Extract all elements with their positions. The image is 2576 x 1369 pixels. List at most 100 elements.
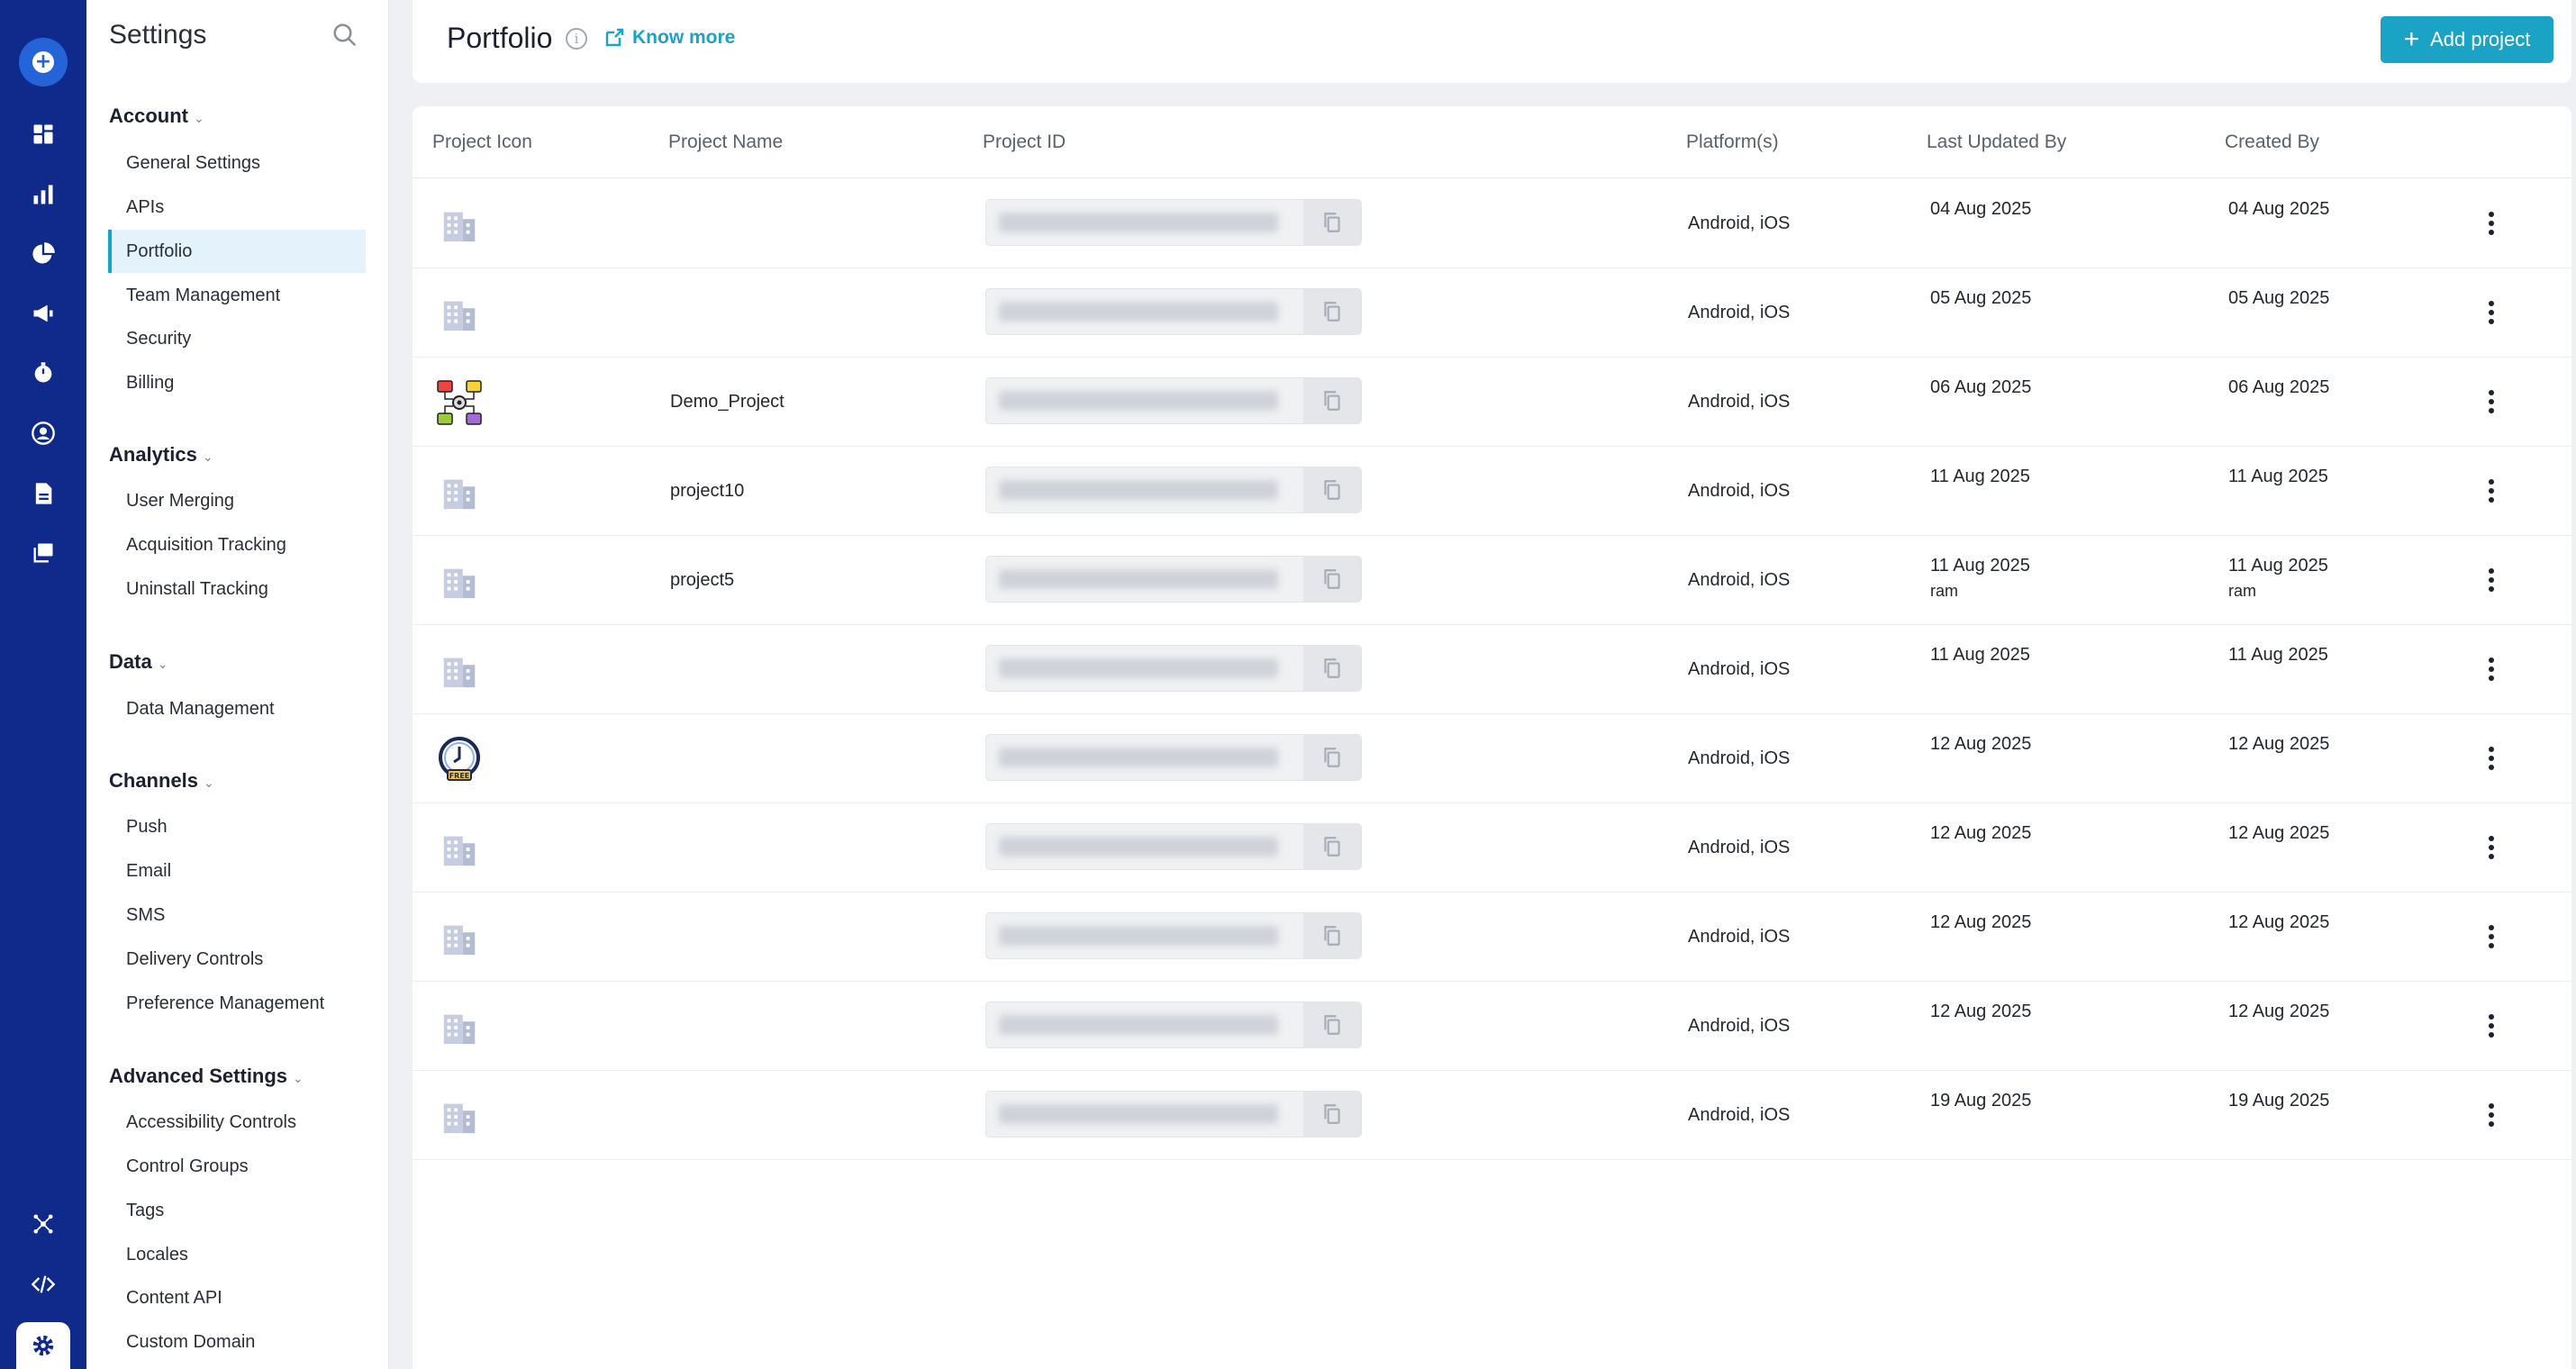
dashboard-icon[interactable]	[29, 120, 58, 149]
last-updated: 12 Aug 2025	[1930, 823, 2031, 849]
copy-icon[interactable]	[1303, 646, 1361, 691]
copy-icon[interactable]	[1303, 557, 1361, 602]
table-row[interactable]: Android, iOS 19 Aug 2025 19 Aug 2025	[413, 1071, 2571, 1160]
column-header-project-name: Project Name	[668, 131, 784, 152]
group-channels[interactable]: Channels ⌄	[109, 769, 214, 793]
analytics-icon[interactable]	[29, 180, 58, 209]
copy-icon[interactable]	[1303, 200, 1361, 245]
document-icon[interactable]	[29, 479, 58, 508]
more-options-icon[interactable]	[2482, 210, 2500, 237]
code-icon[interactable]	[29, 1270, 58, 1299]
project-name[interactable]: Demo_Project	[670, 392, 785, 413]
table-row[interactable]: Android, iOS 05 Aug 2025 05 Aug 2025	[413, 268, 2571, 358]
add-project-button[interactable]: + Add project	[2381, 16, 2553, 63]
created-date: 04 Aug 2025	[2228, 199, 2330, 219]
segments-icon[interactable]	[29, 240, 58, 268]
table-row[interactable]: Android, iOS 12 Aug 2025 12 Aug 2025	[413, 893, 2571, 982]
sidebar-item-control-groups[interactable]: Control Groups	[126, 1156, 249, 1177]
copy-icon[interactable]	[1303, 1002, 1361, 1047]
sidebar-item-sms[interactable]: SMS	[126, 905, 165, 926]
sidebar-item-portfolio[interactable]: Portfolio	[108, 230, 366, 273]
platforms: Android, iOS	[1688, 570, 1791, 590]
project-name[interactable]: project10	[670, 481, 744, 502]
created: 12 Aug 2025	[2228, 823, 2329, 849]
group-account[interactable]: Account ⌄	[109, 104, 204, 128]
project-id-field	[985, 288, 1362, 335]
sidebar-item-uninstall-tracking[interactable]: Uninstall Tracking	[126, 579, 268, 600]
sidebar-item-accessibility-controls[interactable]: Accessibility Controls	[126, 1112, 296, 1133]
table-row[interactable]: project10 Android, iOS 11 Aug 2025 11 Aug 2…	[413, 447, 2571, 536]
sidebar-item-security[interactable]: Security	[126, 329, 191, 349]
sidebar-item-email[interactable]: Email	[126, 861, 171, 882]
copy-icon[interactable]	[1303, 467, 1361, 512]
create-button[interactable]: +	[19, 38, 68, 86]
column-header-platforms: Platform(s)	[1686, 131, 1779, 152]
project-id-field	[985, 823, 1362, 870]
table-row[interactable]: Android, iOS 11 Aug 2025 11 Aug 2025	[413, 625, 2571, 714]
sidebar-item-acquisition-tracking[interactable]: Acquisition Tracking	[126, 535, 286, 556]
search-icon[interactable]	[331, 22, 358, 49]
sidebar-item-preference-management[interactable]: Preference Management	[126, 993, 324, 1014]
created: 11 Aug 2025 ram	[2228, 556, 2328, 601]
building-icon	[436, 290, 483, 337]
sidebar-item-content-api[interactable]: Content API	[126, 1288, 222, 1309]
user-profile-icon[interactable]	[29, 419, 58, 448]
sidebar-item-tags[interactable]: Tags	[126, 1201, 164, 1221]
more-options-icon[interactable]	[2482, 567, 2500, 594]
group-data[interactable]: Data ⌄	[109, 650, 168, 674]
copy-icon[interactable]	[1303, 289, 1361, 334]
copy-icon[interactable]	[1303, 378, 1361, 423]
created: 12 Aug 2025	[2228, 912, 2329, 938]
know-more-link[interactable]: Know more	[603, 27, 735, 49]
sidebar-item-locales[interactable]: Locales	[126, 1245, 188, 1265]
copy-icon[interactable]	[1303, 1092, 1361, 1137]
settings-gear-icon[interactable]	[16, 1322, 70, 1369]
campaigns-icon[interactable]	[29, 299, 58, 328]
more-options-icon[interactable]	[2482, 1102, 2500, 1129]
table-row[interactable]: project5 Android, iOS 11 Aug 2025 ram 11 Aug…	[413, 536, 2571, 625]
copy-icon[interactable]	[1303, 913, 1361, 958]
sidebar-item-data-management[interactable]: Data Management	[126, 699, 275, 720]
group-advanced-settings[interactable]: Advanced Settings ⌄	[109, 1065, 304, 1088]
sidebar-item-team-management[interactable]: Team Management	[126, 286, 280, 306]
table-row[interactable]: Android, iOS 12 Aug 2025 12 Aug 2025	[413, 982, 2571, 1071]
table-row[interactable]: Demo_Project Android, iOS 06 Aug 2025 06 Au…	[413, 358, 2571, 447]
projects-table: Project Icon Project Name Project ID Pla…	[413, 106, 2571, 1369]
created-date: 19 Aug 2025	[2228, 1091, 2330, 1111]
more-options-icon[interactable]	[2482, 656, 2500, 683]
created: 11 Aug 2025	[2228, 467, 2328, 493]
building-icon	[436, 914, 483, 961]
more-options-icon[interactable]	[2482, 477, 2500, 504]
more-options-icon[interactable]	[2482, 923, 2500, 950]
templates-icon[interactable]	[29, 539, 58, 567]
sidebar-item-apis[interactable]: APIs	[126, 197, 164, 218]
last-updated: 12 Aug 2025	[1930, 1002, 2031, 1028]
more-options-icon[interactable]	[2482, 299, 2500, 326]
last-updated: 06 Aug 2025	[1930, 377, 2031, 403]
copy-icon[interactable]	[1303, 735, 1361, 780]
more-options-icon[interactable]	[2482, 388, 2500, 415]
project-name[interactable]: project5	[670, 570, 734, 591]
created-date: 11 Aug 2025	[2228, 556, 2328, 576]
sidebar-item-general-settings[interactable]: General Settings	[126, 153, 260, 174]
sidebar-item-push[interactable]: Push	[126, 817, 168, 838]
project-id-value	[999, 302, 1278, 322]
sidebar-item-user-merging[interactable]: User Merging	[126, 491, 234, 512]
sidebar-item-delivery-controls[interactable]: Delivery Controls	[126, 949, 263, 970]
copy-icon[interactable]	[1303, 824, 1361, 869]
table-row[interactable]: FREE Android, iOS 12 Aug 2025 12 Aug 2025	[413, 714, 2571, 803]
column-header-project-icon: Project Icon	[432, 131, 532, 152]
table-row[interactable]: Android, iOS 12 Aug 2025 12 Aug 2025	[413, 803, 2571, 893]
sidebar-item-custom-domain[interactable]: Custom Domain	[126, 1332, 255, 1353]
integrations-icon[interactable]	[29, 1210, 58, 1238]
more-options-icon[interactable]	[2482, 745, 2500, 772]
created: 06 Aug 2025	[2228, 377, 2329, 403]
project-id-field	[985, 377, 1362, 424]
group-analytics[interactable]: Analytics ⌄	[109, 443, 213, 467]
info-icon[interactable]: i	[566, 28, 587, 50]
timer-icon[interactable]	[29, 358, 58, 387]
more-options-icon[interactable]	[2482, 834, 2500, 861]
table-row[interactable]: Android, iOS 04 Aug 2025 04 Aug 2025	[413, 179, 2571, 268]
more-options-icon[interactable]	[2482, 1012, 2500, 1039]
sidebar-item-billing[interactable]: Billing	[126, 373, 174, 394]
